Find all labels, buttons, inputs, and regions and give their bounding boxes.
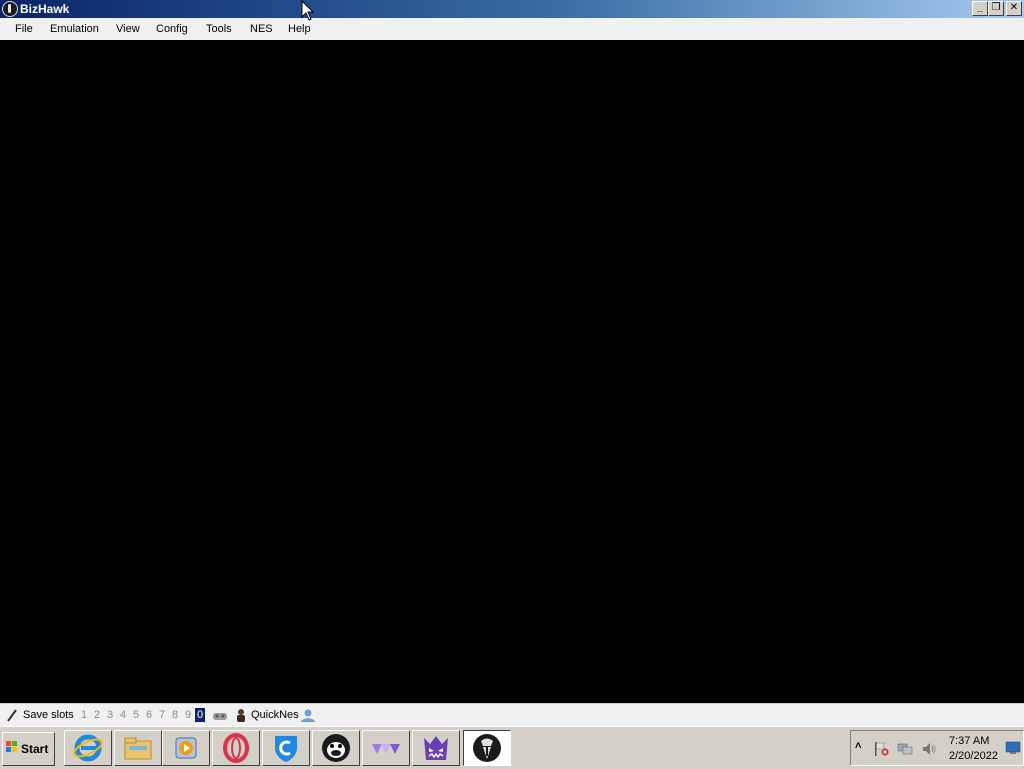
cat-monster-app-icon xyxy=(424,736,448,760)
menu-tools[interactable]: Tools xyxy=(206,23,232,35)
penguin-app-icon xyxy=(322,734,350,762)
menu-view[interactable]: View xyxy=(116,23,140,35)
menu-config[interactable]: Config xyxy=(156,23,188,35)
opera-icon xyxy=(223,733,249,763)
mouse-cursor-icon xyxy=(301,0,315,21)
save-slot-0[interactable]: 0 xyxy=(195,708,206,722)
close-button[interactable]: ✕ xyxy=(1006,1,1022,16)
user-icon[interactable] xyxy=(300,708,316,723)
clock-time[interactable]: 7:37 AM xyxy=(949,735,989,747)
file-explorer-icon xyxy=(124,737,152,760)
shield-app-icon xyxy=(275,736,297,762)
restore-button[interactable]: ❐ xyxy=(988,1,1004,16)
start-label: Start xyxy=(21,742,49,756)
clock-date[interactable]: 2/20/2022 xyxy=(949,750,998,762)
internet-explorer-icon xyxy=(73,734,103,762)
controller-icon[interactable] xyxy=(212,709,228,723)
triangles-app-icon xyxy=(372,744,400,754)
save-slot-7[interactable]: 7 xyxy=(159,709,165,721)
taskbar-opera[interactable] xyxy=(212,730,260,766)
show-desktop-icon[interactable] xyxy=(1005,741,1021,755)
menu-emulation[interactable]: Emulation xyxy=(50,23,99,35)
bizhawk-logo-icon[interactable] xyxy=(2,1,18,17)
show-hidden-icons-chevron-icon[interactable]: ˄ xyxy=(855,740,861,752)
save-slot-9[interactable]: 9 xyxy=(185,709,191,721)
menu-file[interactable]: File xyxy=(15,23,33,35)
bizhawk-window: BizHawk _ ❐ ✕ File Emulation View Config… xyxy=(0,0,1024,727)
taskbar-internet-explorer[interactable] xyxy=(64,730,112,766)
window-title: BizHawk xyxy=(20,2,70,16)
taskbar-cat-monster-app[interactable] xyxy=(412,730,460,766)
media-player-icon xyxy=(175,737,197,759)
menu-help[interactable]: Help xyxy=(288,23,311,35)
action-center-flag-icon[interactable] xyxy=(873,741,889,757)
network-icon[interactable] xyxy=(897,741,913,757)
menu-bar: File Emulation View Config Tools NES Hel… xyxy=(0,18,1024,41)
emulator-screen[interactable] xyxy=(0,40,1024,703)
minimize-button[interactable]: _ xyxy=(972,1,988,16)
start-button[interactable]: Start xyxy=(2,732,55,766)
system-tray: ˄ 7:37 AM 2/20/2022 xyxy=(850,730,1024,766)
save-slots-label: Save slots xyxy=(23,709,74,721)
volume-icon[interactable] xyxy=(921,741,937,757)
taskbar-triangles-app[interactable] xyxy=(362,730,410,766)
bizhawk-app-icon xyxy=(473,734,501,762)
save-slot-8[interactable]: 8 xyxy=(172,709,178,721)
menu-nes[interactable]: NES xyxy=(250,23,273,35)
core-name: QuickNes xyxy=(251,709,299,721)
core-icon xyxy=(237,709,245,722)
status-bar: Save slots 1 2 3 4 5 6 7 8 9 0 QuickNes xyxy=(0,703,1024,727)
save-slot-4[interactable]: 4 xyxy=(120,709,126,721)
taskbar: Start ˄ 7:37 AM 2/20/2022 xyxy=(0,726,1024,769)
save-slot-2[interactable]: 2 xyxy=(94,709,100,721)
save-slot-3[interactable]: 3 xyxy=(107,709,113,721)
taskbar-bizhawk[interactable] xyxy=(463,730,511,766)
taskbar-penguin-app[interactable] xyxy=(312,730,360,766)
save-slot-5[interactable]: 5 xyxy=(133,709,139,721)
windows-flag-icon xyxy=(6,741,17,752)
title-bar[interactable]: BizHawk _ ❐ ✕ xyxy=(0,0,1024,18)
save-slot-6[interactable]: 6 xyxy=(146,709,152,721)
taskbar-media-player[interactable] xyxy=(162,730,210,766)
taskbar-shield-app[interactable] xyxy=(262,730,310,766)
save-slot-pen-icon xyxy=(7,709,17,722)
save-slot-1[interactable]: 1 xyxy=(81,709,87,721)
taskbar-file-explorer[interactable] xyxy=(114,730,162,766)
